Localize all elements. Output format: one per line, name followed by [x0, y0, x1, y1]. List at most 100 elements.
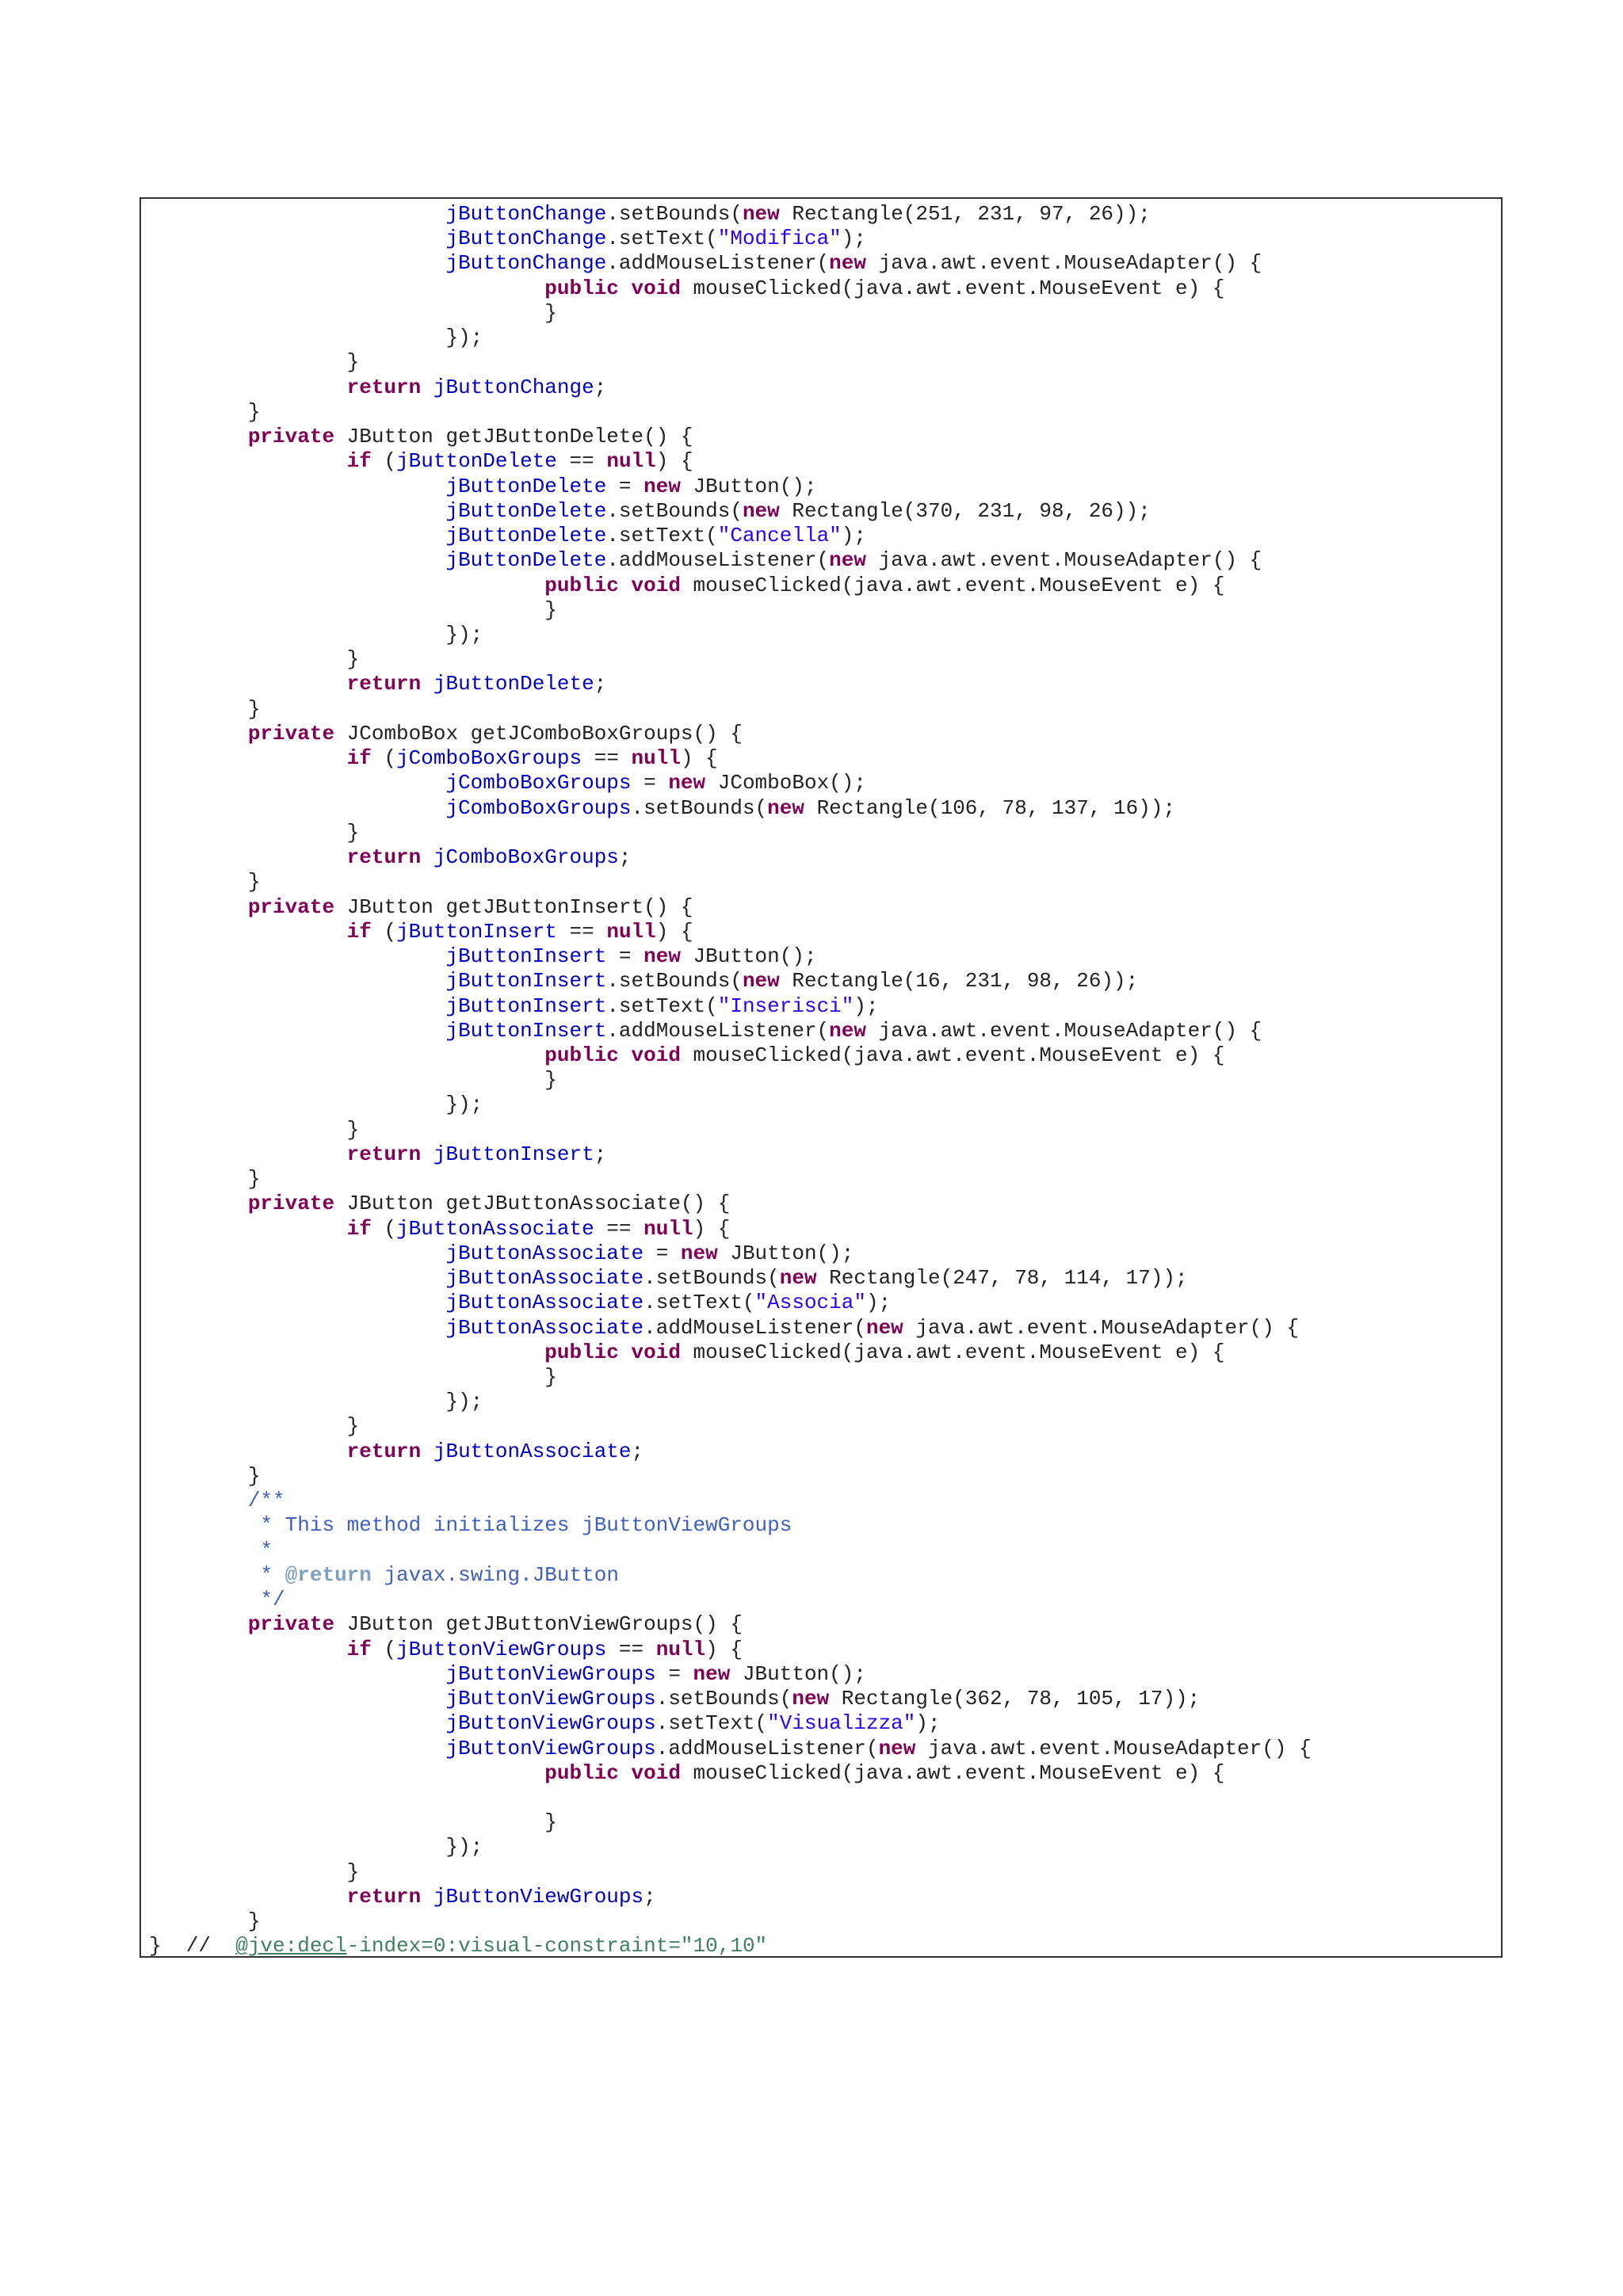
code-token: jButtonChange	[445, 202, 607, 226]
code-token: @jve:decl	[235, 1934, 347, 1958]
code-token: private	[247, 894, 335, 919]
code-token: new	[643, 944, 681, 969]
code-token: mouseClicked(java.awt.event.MouseEvent e…	[680, 276, 1225, 300]
code-token: JButton getJButtonDelete() {	[334, 425, 693, 449]
code-line: jButtonAssociate.addMouseListener(new ja…	[149, 1316, 1493, 1341]
code-token: private	[247, 1192, 335, 1216]
code-line: public void mouseClicked(java.awt.event.…	[149, 574, 1493, 598]
code-line: jButtonDelete.setBounds(new Rectangle(37…	[149, 499, 1493, 524]
code-token: );	[854, 994, 879, 1018]
code-token: .setBounds(	[655, 1687, 792, 1711]
code-token: new	[829, 1018, 866, 1043]
code-token: .setText(	[655, 1711, 768, 1736]
code-token: jComboBoxGroups	[433, 845, 619, 870]
code-token: new	[742, 202, 780, 226]
code-token: private	[247, 425, 335, 449]
code-line: if (jButtonViewGroups == null) {	[149, 1638, 1493, 1662]
code-line: return jComboBoxGroups;	[149, 845, 1493, 870]
code-token: void	[631, 1043, 681, 1067]
code-token: JComboBox();	[705, 771, 866, 795]
code-token: if	[346, 1637, 372, 1661]
code-token: }	[149, 350, 360, 375]
code-line: public void mouseClicked(java.awt.event.…	[149, 277, 1493, 301]
code-line: jButtonAssociate.setBounds(new Rectangle…	[149, 1266, 1493, 1291]
code-token: ==	[594, 1216, 644, 1241]
code-token: Rectangle(251, 231, 97, 26));	[779, 202, 1151, 226]
code-token: java.awt.event.MouseAdapter() {	[865, 251, 1262, 276]
code-line: /**	[149, 1489, 1493, 1513]
code-line: public void mouseClicked(java.awt.event.…	[149, 1043, 1493, 1068]
code-line: private JComboBox getJComboBoxGroups() {	[149, 722, 1493, 746]
code-token: new	[792, 1687, 830, 1711]
code-token: if	[346, 1216, 372, 1241]
code-line: }	[149, 1118, 1493, 1142]
code-token: *	[260, 1562, 285, 1587]
code-token: jComboBoxGroups	[396, 746, 582, 771]
code-line: jButtonChange.setBounds(new Rectangle(25…	[149, 202, 1493, 227]
code-token: mouseClicked(java.awt.event.MouseEvent e…	[680, 1043, 1225, 1067]
code-token: jButtonAssociate	[445, 1266, 644, 1291]
code-token: ==	[556, 449, 607, 474]
code-line: private JButton getJButtonInsert() {	[149, 895, 1493, 920]
code-token: ;	[594, 375, 607, 399]
code-line: }	[149, 1810, 1493, 1835]
code-token: new	[779, 1266, 817, 1291]
code-line: jButtonViewGroups.addMouseListener(new j…	[149, 1737, 1493, 1761]
code-token: jButtonInsert	[445, 994, 607, 1018]
code-token: null	[643, 1216, 693, 1241]
code-token: jButtonChange	[445, 227, 607, 251]
code-token: }	[149, 300, 557, 325]
code-token: JButton();	[680, 474, 817, 498]
code-token: jButtonDelete	[445, 498, 607, 523]
code-token: new	[693, 1661, 731, 1686]
code-line: jButtonAssociate = new JButton();	[149, 1241, 1493, 1266]
code-token: void	[631, 573, 681, 597]
code-token: Rectangle(370, 231, 98, 26));	[779, 498, 1151, 523]
code-token: }	[149, 870, 261, 894]
code-line: }	[149, 598, 1493, 623]
code-token: new	[865, 1315, 903, 1340]
code-listing-frame: jButtonChange.setBounds(new Rectangle(25…	[139, 197, 1503, 1958]
code-token: void	[631, 1760, 681, 1785]
code-line: private JButton getJButtonDelete() {	[149, 425, 1493, 449]
code-line: }	[149, 1464, 1493, 1489]
code-token: public	[544, 573, 619, 597]
code-token: private	[247, 1612, 335, 1637]
code-token: =	[606, 944, 644, 969]
code-token: }	[149, 1859, 360, 1884]
code-token: ) {	[705, 1637, 743, 1661]
code-token: java.awt.event.MouseAdapter() {	[865, 1018, 1262, 1043]
code-token: .setText(	[643, 1291, 755, 1315]
code-token: new	[643, 474, 681, 498]
code-line: return jButtonAssociate;	[149, 1440, 1493, 1464]
code-token: jButtonViewGroups	[396, 1637, 607, 1661]
code-token: /**	[247, 1489, 285, 1513]
code-token: new	[742, 498, 780, 523]
code-token: if	[346, 449, 372, 474]
code-token: void	[631, 1340, 681, 1364]
code-token: jComboBoxGroups	[445, 771, 632, 795]
code-token: new	[767, 795, 804, 820]
code-token: .addMouseListener(	[606, 251, 830, 276]
code-line: jButtonInsert = new JButton();	[149, 944, 1493, 969]
code-token: jButtonInsert	[445, 944, 607, 969]
